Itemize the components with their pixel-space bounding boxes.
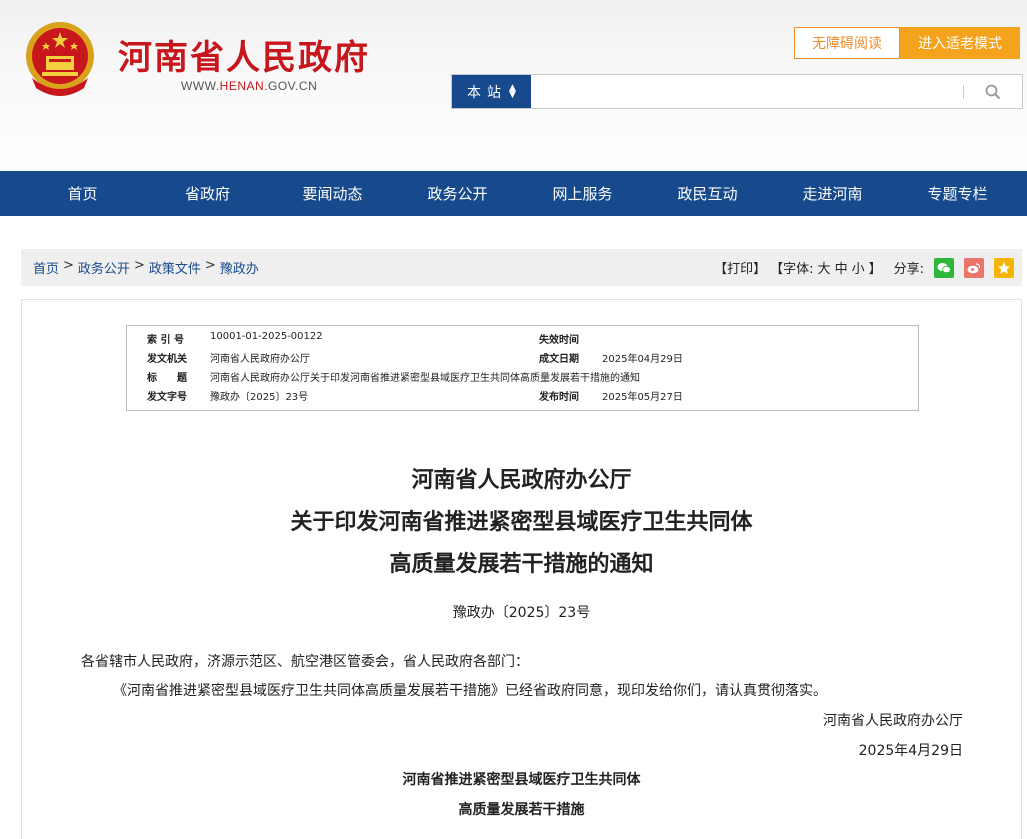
- nav-item-interaction[interactable]: 政民互动: [645, 171, 770, 216]
- body-paragraph: 《河南省推进紧密型县域医疗卫生共同体高质量发展若干措施》已经省政府同意，现印发给…: [113, 683, 827, 699]
- nav-item-special-topics[interactable]: 专题专栏: [895, 171, 1020, 216]
- main-nav: 首页 省政府 要闻动态 政务公开 网上服务 政民互动 走进河南 专题专栏: [0, 171, 1027, 216]
- search-scope-select[interactable]: 本站 ▲ ▼: [452, 75, 531, 108]
- site-url-domain: HENAN: [219, 79, 265, 93]
- meta-index-label: 索 引 号: [147, 335, 184, 346]
- meta-publish-label: 发布时间: [539, 392, 579, 403]
- article-tools: 【打印】 【字体: 大 中 小 】 分享:: [714, 249, 1014, 286]
- attachment-title-line1: 河南省推进紧密型县域医疗卫生共同体: [402, 772, 641, 788]
- print-button[interactable]: 【打印】: [714, 258, 766, 277]
- weibo-icon[interactable]: [964, 257, 984, 278]
- wechat-icon[interactable]: [934, 257, 954, 278]
- search-icon: [985, 84, 1001, 99]
- nav-item-provincial-government[interactable]: 省政府: [145, 171, 270, 216]
- nav-item-about-henan[interactable]: 走进河南: [770, 171, 895, 216]
- document-number: 豫政办〔2025〕23号: [452, 605, 591, 621]
- document-title-line3: 高质量发展若干措施的通知: [389, 551, 654, 577]
- site-title[interactable]: 河南省人民政府: [118, 30, 370, 79]
- site-url-suffix: .GOV.CN: [264, 79, 318, 93]
- font-size-label: 【字体:: [770, 262, 814, 277]
- meta-publish-value: 2025年05月27日: [602, 392, 683, 403]
- elder-mode-button[interactable]: 进入适老模式: [900, 27, 1020, 59]
- national-emblem-icon: [26, 22, 94, 96]
- accessibility-button[interactable]: 无障碍阅读: [794, 27, 900, 59]
- salutation: 各省辖市人民政府，济源示范区、航空港区管委会，省人民政府各部门：: [81, 654, 529, 670]
- breadcrumb-separator: >: [133, 258, 145, 273]
- search-input[interactable]: [531, 75, 963, 108]
- meta-index-value: 10001-01-2025-00122: [210, 331, 323, 342]
- article-frame: 索 引 号 10001-01-2025-00122 失效时间 发文机关 河南省人…: [21, 299, 1022, 839]
- font-small-button[interactable]: 小: [852, 258, 865, 277]
- font-medium-button[interactable]: 中: [835, 258, 848, 277]
- document-title-line2: 关于印发河南省推进紧密型县域医疗卫生共同体: [290, 509, 753, 535]
- sort-arrows-icon: ▲ ▼: [509, 82, 516, 100]
- breadcrumb-bar: 首页 > 政务公开 > 政策文件 > 豫政办 【打印】 【字体: 大 中 小 】…: [21, 249, 1022, 286]
- meta-row: 发文机关 河南省人民政府办公厅 成文日期 2025年04月29日: [127, 350, 918, 368]
- meta-docno-label: 发文字号: [147, 392, 187, 403]
- favorite-icon[interactable]: [994, 257, 1014, 278]
- nav-item-home[interactable]: 首页: [20, 171, 145, 216]
- meta-issuer-value: 河南省人民政府办公厅: [210, 354, 310, 365]
- document-metadata-table: 索 引 号 10001-01-2025-00122 失效时间 发文机关 河南省人…: [126, 325, 919, 411]
- meta-date-label: 成文日期: [539, 354, 579, 365]
- sign-date: 2025年4月29日: [858, 743, 963, 759]
- breadcrumb-separator: >: [204, 258, 216, 273]
- site-header: 河南省人民政府 WWW.HENAN.GOV.CN 无障碍阅读 进入适老模式 本站…: [0, 0, 1027, 171]
- search-bar: 本站 ▲ ▼: [451, 74, 1023, 109]
- attachment-title-line2: 高质量发展若干措施: [458, 802, 585, 818]
- breadcrumb-separator: >: [63, 258, 74, 273]
- breadcrumb-gov-affairs[interactable]: 政务公开: [78, 258, 130, 277]
- meta-issuer-label: 发文机关: [147, 354, 187, 365]
- search-button[interactable]: [964, 75, 1022, 108]
- meta-row: 标 题 河南省人民政府办公厅关于印发河南省推进紧密型县域医疗卫生共同体高质量发展…: [127, 369, 918, 387]
- breadcrumb-yuzhengban[interactable]: 豫政办: [220, 258, 259, 277]
- breadcrumb-home[interactable]: 首页: [33, 258, 59, 277]
- nav-item-news[interactable]: 要闻动态: [270, 171, 395, 216]
- breadcrumb: 首页 > 政务公开 > 政策文件 > 豫政办: [33, 258, 259, 277]
- search-scope-label: 本站: [467, 84, 508, 101]
- nav-item-online-services[interactable]: 网上服务: [520, 171, 645, 216]
- site-url: WWW.HENAN.GOV.CN: [181, 79, 317, 93]
- font-large-button[interactable]: 大: [818, 258, 831, 277]
- top-buttons: 无障碍阅读 进入适老模式: [794, 27, 1020, 59]
- meta-title-value: 河南省人民政府办公厅关于印发河南省推进紧密型县域医疗卫生共同体高质量发展若干措施…: [210, 373, 640, 384]
- nav-item-government-affairs[interactable]: 政务公开: [395, 171, 520, 216]
- meta-date-value: 2025年04月29日: [602, 354, 683, 365]
- font-size-close: 】: [868, 262, 882, 277]
- meta-docno-value: 豫政办〔2025〕23号: [210, 392, 309, 403]
- share-label: 分享:: [893, 262, 924, 277]
- signature: 河南省人民政府办公厅: [823, 713, 963, 729]
- meta-row: 发文字号 豫政办〔2025〕23号 发布时间 2025年05月27日: [127, 388, 918, 406]
- meta-row: 索 引 号 10001-01-2025-00122 失效时间: [127, 331, 918, 349]
- meta-title-label: 标 题: [147, 373, 187, 384]
- site-url-prefix: WWW.: [181, 79, 220, 93]
- breadcrumb-policy-docs[interactable]: 政策文件: [149, 258, 201, 277]
- document-title-line1: 河南省人民政府办公厅: [411, 467, 632, 493]
- meta-expire-label: 失效时间: [539, 335, 579, 346]
